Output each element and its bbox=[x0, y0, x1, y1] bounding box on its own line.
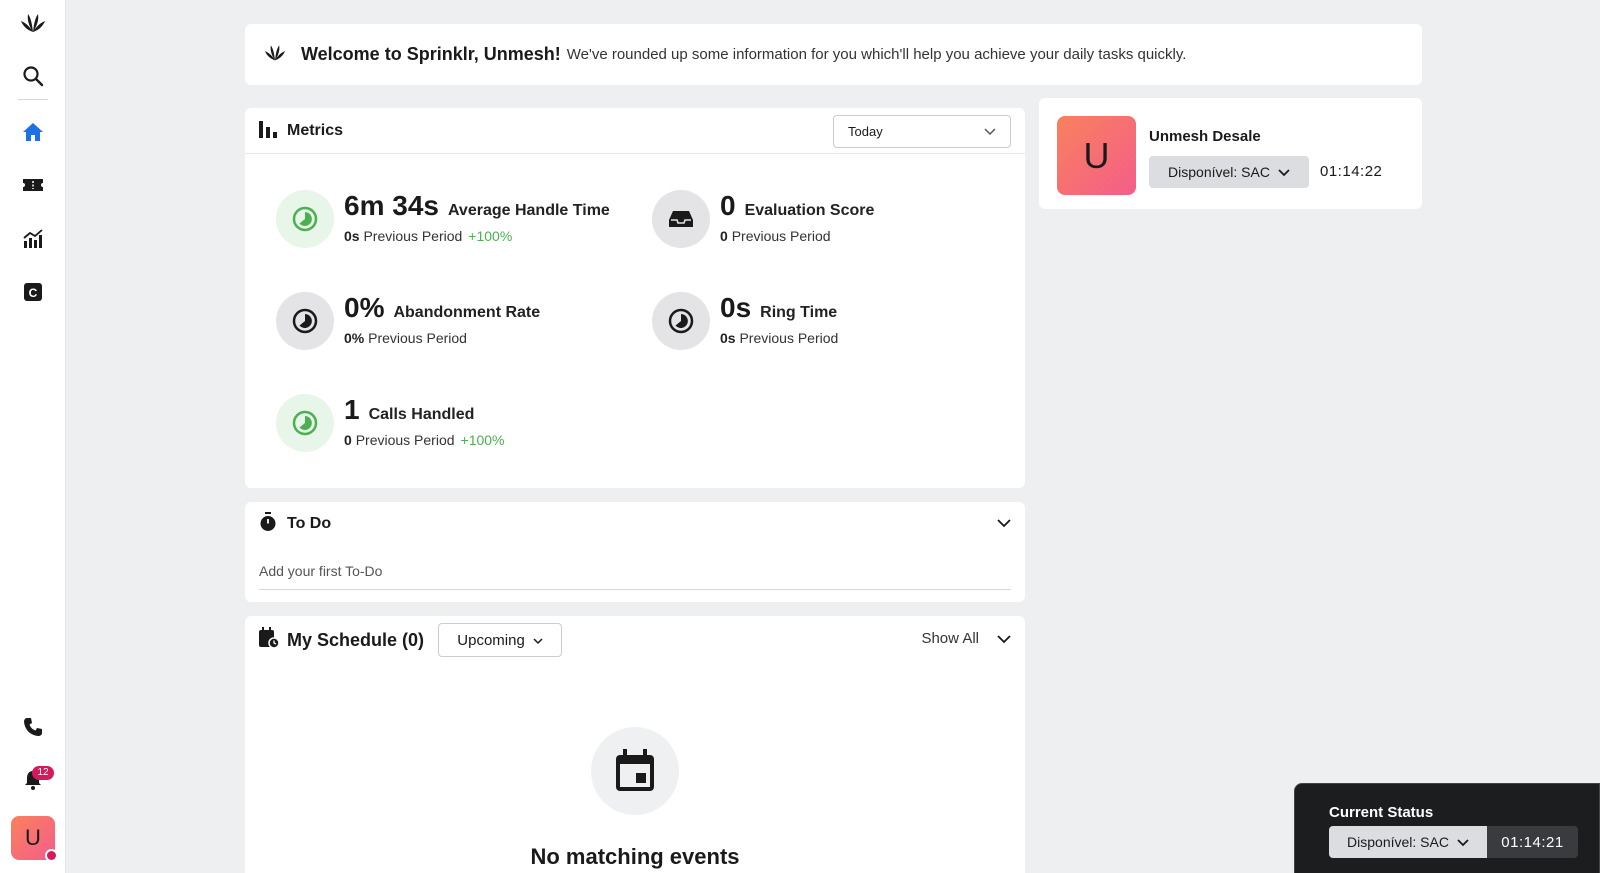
metrics-header: Metrics Today bbox=[245, 108, 1025, 154]
welcome-title: Welcome to Sprinklr, Unmesh! bbox=[301, 44, 561, 64]
profile-card: U Unmesh Desale Disponível: SAC 01:14:22 bbox=[1039, 98, 1422, 209]
metric-clock-icon bbox=[276, 292, 334, 350]
metrics-card: Metrics Today 6m 34s Average Handle Time … bbox=[245, 108, 1025, 488]
metric-delta: +100% bbox=[468, 228, 513, 244]
period-select-value: Today bbox=[848, 124, 883, 139]
metric-value: 0% bbox=[344, 292, 385, 323]
schedule-filter-value: Upcoming bbox=[457, 631, 525, 649]
analytics-chart-icon[interactable] bbox=[13, 219, 53, 259]
metric-calls-handled: 1 Calls Handled 0 Previous Period +100% bbox=[276, 394, 505, 452]
chevron-down-icon bbox=[533, 632, 543, 649]
metric-ring-time: 0s Ring Time 0s Previous Period bbox=[652, 292, 838, 350]
sprinklr-logo-icon bbox=[263, 42, 287, 67]
profile-name: Unmesh Desale bbox=[1149, 128, 1261, 145]
svg-text:C: C bbox=[29, 286, 38, 300]
period-select[interactable]: Today bbox=[833, 115, 1011, 148]
phone-icon[interactable] bbox=[13, 707, 53, 747]
chevron-down-icon bbox=[1278, 164, 1290, 180]
home-icon[interactable] bbox=[13, 112, 53, 152]
current-status-value: Disponível: SAC bbox=[1347, 834, 1449, 850]
todo-collapse-button[interactable] bbox=[993, 513, 1015, 535]
metric-prev-label: Previous Period bbox=[368, 330, 467, 346]
metric-label: Average Handle Time bbox=[447, 202, 610, 219]
profile-status-dropdown[interactable]: Disponível: SAC bbox=[1149, 156, 1309, 188]
metric-value: 0 bbox=[720, 190, 736, 221]
metric-value: 6m 34s bbox=[344, 190, 439, 221]
metric-value: 1 bbox=[344, 394, 360, 425]
empty-state-text: No matching events bbox=[530, 844, 740, 869]
schedule-title: My Schedule (0) bbox=[287, 629, 425, 650]
metric-average-handle-time: 6m 34s Average Handle Time 0s Previous Pe… bbox=[276, 190, 610, 248]
ticket-icon[interactable] bbox=[13, 165, 53, 205]
metric-abandonment-rate: 0% Abandonment Rate 0% Previous Period bbox=[276, 292, 540, 350]
show-all-link[interactable]: Show All bbox=[921, 630, 979, 647]
metric-prev-value: 0s bbox=[344, 228, 360, 244]
metric-prev-value: 0s bbox=[720, 330, 736, 346]
profile-status-timer: 01:14:22 bbox=[1320, 163, 1383, 180]
search-icon[interactable] bbox=[13, 56, 53, 96]
chevron-down-icon bbox=[997, 631, 1011, 649]
todo-title: To Do bbox=[287, 515, 332, 532]
inbox-icon bbox=[652, 190, 710, 248]
profile-avatar: U bbox=[1057, 116, 1136, 195]
avatar-initial: U bbox=[25, 825, 41, 850]
metric-clock-icon bbox=[652, 292, 710, 350]
schedule-card: My Schedule (0) Upcoming Show All No mat… bbox=[245, 616, 1025, 873]
welcome-banner: Welcome to Sprinklr, Unmesh! We've round… bbox=[245, 24, 1422, 85]
metric-prev-label: Previous Period bbox=[731, 228, 831, 244]
todo-input[interactable]: Add your first To-Do bbox=[259, 552, 1011, 590]
stopwatch-icon bbox=[259, 511, 277, 537]
metric-label: Ring Time bbox=[760, 304, 838, 321]
metric-prev-label: Previous Period bbox=[355, 432, 455, 448]
chevron-down-icon bbox=[997, 515, 1011, 533]
metric-prev-value: 0 bbox=[344, 432, 352, 448]
schedule-header: My Schedule (0) Upcoming Show All bbox=[245, 616, 1025, 664]
presence-dot bbox=[45, 849, 58, 862]
chevron-down-icon bbox=[984, 124, 996, 139]
welcome-subtitle: We've rounded up some information for yo… bbox=[566, 46, 1187, 63]
calendar-clock-icon bbox=[259, 626, 280, 654]
notification-badge: 12 bbox=[32, 766, 54, 780]
sprinklr-logo-icon[interactable] bbox=[13, 2, 53, 42]
metric-evaluation-score: 0 Evaluation Score 0 Previous Period bbox=[652, 190, 874, 248]
c-app-icon[interactable]: C bbox=[13, 272, 53, 312]
profile-initial: U bbox=[1083, 134, 1110, 176]
current-status-dropdown[interactable]: Disponível: SAC bbox=[1329, 826, 1487, 858]
sidebar-divider bbox=[18, 99, 48, 100]
current-status-panel: Current Status Disponível: SAC 01:14:21 bbox=[1294, 783, 1600, 873]
metric-clock-icon bbox=[276, 394, 334, 452]
metric-value: 0s bbox=[720, 292, 752, 323]
metric-clock-icon bbox=[276, 190, 334, 248]
calendar-icon bbox=[591, 727, 679, 815]
schedule-filter-dropdown[interactable]: Upcoming bbox=[438, 623, 563, 657]
metric-prev-value: 0% bbox=[344, 330, 365, 346]
metrics-title: Metrics bbox=[287, 121, 344, 139]
metric-prev-label: Previous Period bbox=[363, 228, 463, 244]
chevron-down-icon bbox=[1457, 834, 1469, 850]
metric-delta: +100% bbox=[460, 432, 505, 448]
current-status-title: Current Status bbox=[1329, 804, 1434, 821]
profile-status-value: Disponível: SAC bbox=[1168, 164, 1270, 180]
metric-label: Calls Handled bbox=[368, 406, 475, 423]
metric-prev-label: Previous Period bbox=[739, 330, 839, 346]
metric-label: Evaluation Score bbox=[744, 202, 875, 219]
current-status-timer: 01:14:21 bbox=[1487, 826, 1578, 858]
todo-header: To Do bbox=[245, 502, 1025, 546]
metric-prev-value: 0 bbox=[720, 228, 728, 244]
todo-card: To Do Add your first To-Do bbox=[245, 502, 1025, 602]
metric-label: Abandonment Rate bbox=[393, 304, 541, 321]
schedule-collapse-button[interactable] bbox=[993, 629, 1015, 651]
bar-chart-icon bbox=[259, 118, 277, 143]
sidebar: C 12 U bbox=[0, 0, 66, 873]
